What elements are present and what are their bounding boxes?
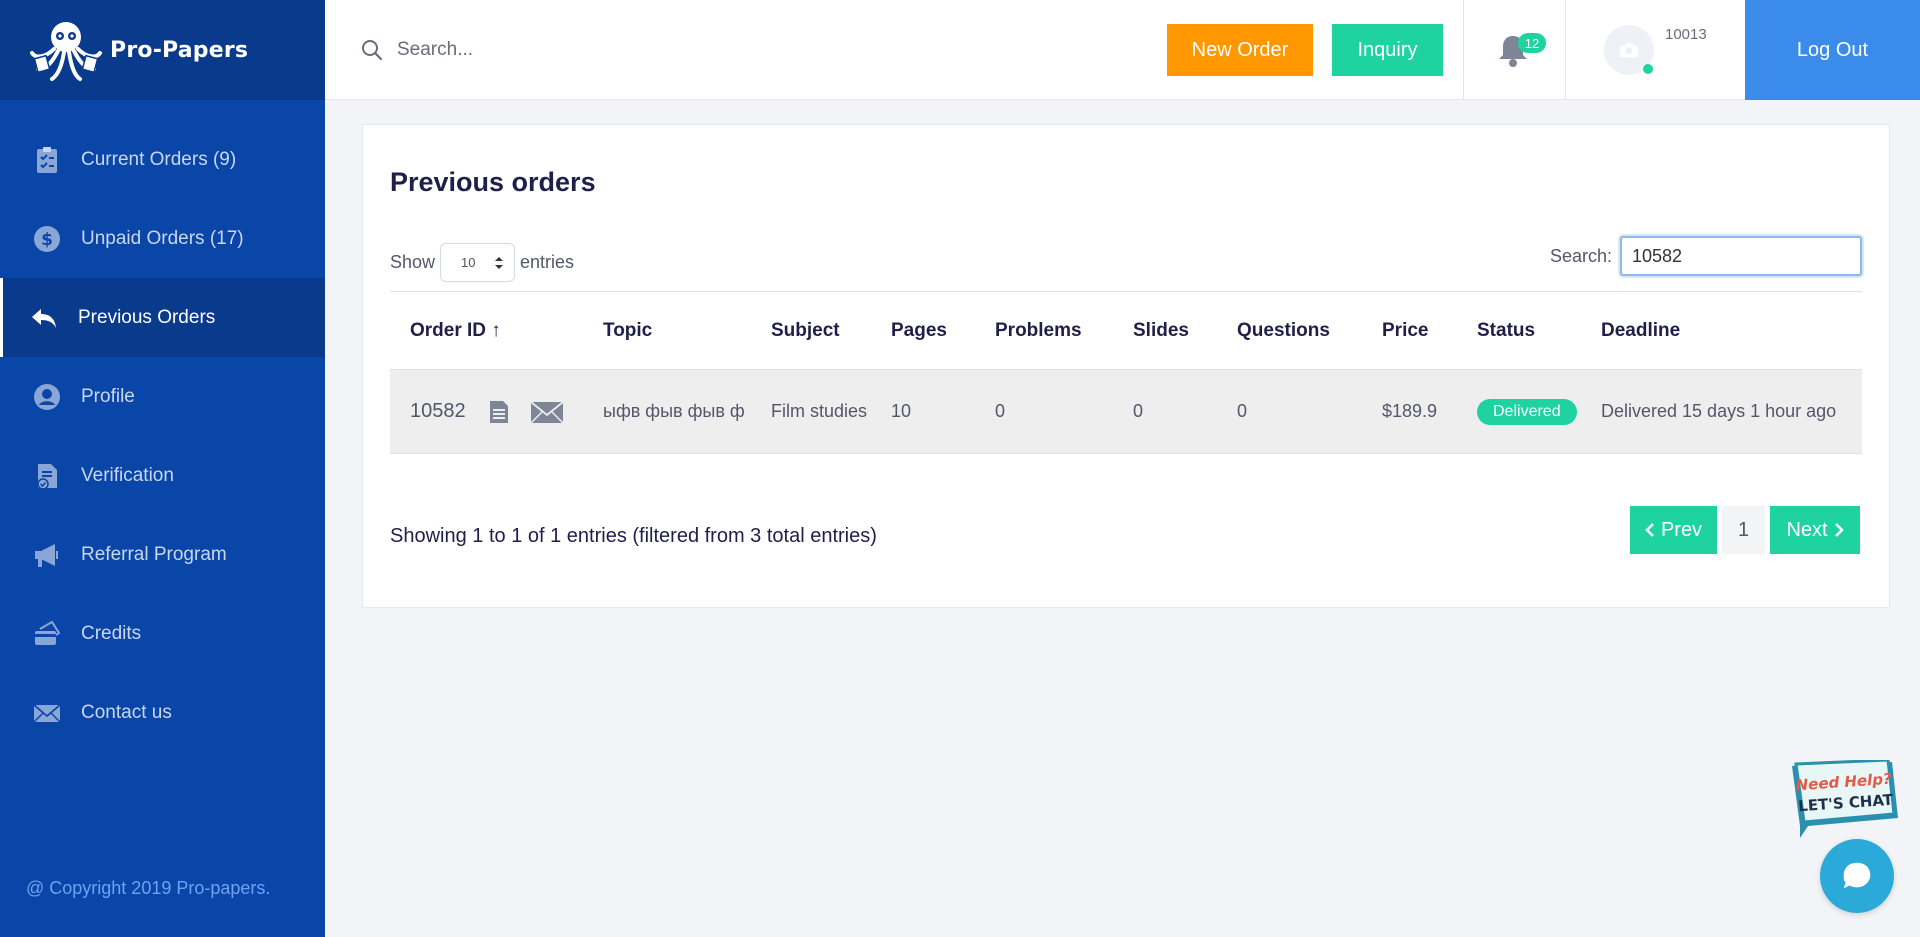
status-badge: Delivered xyxy=(1477,398,1577,425)
page-number-button[interactable]: 1 xyxy=(1722,506,1765,554)
chat-bubble-icon xyxy=(1843,862,1871,889)
cell-pages: 10 xyxy=(871,369,975,454)
entries-label: entries xyxy=(520,252,575,272)
sidebar-item-label: Current Orders (9) xyxy=(81,148,237,170)
cell-order-id: 10582 xyxy=(390,369,583,454)
column-header-questions[interactable]: Questions xyxy=(1217,291,1362,370)
need-help-chat-sign[interactable]: Need Help? LET'S CHAT xyxy=(1788,760,1902,840)
envelope-icon[interactable] xyxy=(530,400,564,424)
sidebar-item-profile[interactable]: Profile xyxy=(0,357,325,436)
sidebar-item-label: Unpaid Orders (17) xyxy=(81,227,244,249)
octopus-logo-icon xyxy=(30,22,102,81)
document-check-icon xyxy=(31,460,63,492)
credit-card-icon xyxy=(31,618,63,650)
entries-select-value: 10 xyxy=(461,255,476,270)
sidebar-item-verification[interactable]: Verification xyxy=(0,436,325,515)
sidebar-item-unpaid-orders[interactable]: $ Unpaid Orders (17) xyxy=(0,199,325,278)
cell-deadline: Delivered 15 days 1 hour ago xyxy=(1581,369,1862,454)
table-summary: Showing 1 to 1 of 1 entries (filtered fr… xyxy=(390,525,877,547)
entries-select[interactable]: 10 xyxy=(440,243,516,282)
prev-label: Prev xyxy=(1660,518,1703,541)
column-header-order-id[interactable]: Order ID ↑ xyxy=(390,291,583,370)
inquiry-button[interactable]: Inquiry xyxy=(1332,24,1443,76)
reply-arrow-icon xyxy=(28,302,60,334)
prev-page-button[interactable]: Prev xyxy=(1630,506,1717,554)
column-header-pages[interactable]: Pages xyxy=(871,291,975,370)
envelope-icon xyxy=(31,697,63,729)
next-page-button[interactable]: Next xyxy=(1770,506,1860,554)
copyright-text: @ Copyright 2019 Pro-papers. xyxy=(26,878,271,898)
user-circle-icon xyxy=(31,381,63,413)
sidebar-nav: Current Orders (9) $ Unpaid Orders (17) … xyxy=(0,120,325,752)
sidebar-item-label: Referral Program xyxy=(81,543,227,565)
sidebar-item-referral-program[interactable]: Referral Program xyxy=(0,515,325,594)
show-label: Show xyxy=(390,252,436,272)
column-header-deadline[interactable]: Deadline xyxy=(1581,291,1862,370)
topbar: New Order Inquiry 12 10013 Log Out xyxy=(325,0,1920,100)
sidebar-item-credits[interactable]: Credits xyxy=(0,594,325,673)
sidebar-item-previous-orders[interactable]: Previous Orders xyxy=(0,278,325,357)
cell-status: Delivered xyxy=(1457,369,1581,454)
column-header-price[interactable]: Price xyxy=(1362,291,1457,370)
table-search-label: Search: xyxy=(1549,245,1612,266)
entries-length-control: Show 10 entries xyxy=(390,243,574,282)
notification-count-badge: 12 xyxy=(1518,33,1546,53)
cell-subject: Film studies xyxy=(751,369,871,454)
column-header-problems[interactable]: Problems xyxy=(975,291,1113,370)
table-header-row: Order ID ↑ Topic Subject Pages Problems … xyxy=(390,291,1862,370)
logout-button[interactable]: Log Out xyxy=(1745,0,1920,100)
chat-launcher-button[interactable] xyxy=(1820,839,1894,913)
megaphone-icon xyxy=(31,539,63,571)
column-header-slides[interactable]: Slides xyxy=(1113,291,1217,370)
previous-orders-card: Previous orders Show 10 entries Search: … xyxy=(362,124,1890,608)
search-icon xyxy=(362,39,383,60)
cell-questions: 0 xyxy=(1217,369,1362,454)
global-search-input[interactable] xyxy=(397,38,897,61)
online-status-dot xyxy=(1643,64,1653,74)
dollar-circle-icon: $ xyxy=(31,223,63,255)
column-header-subject[interactable]: Subject xyxy=(751,291,871,370)
table-row[interactable]: 10582 ыфв фыв фыв ф Film studies 10 0 0 … xyxy=(390,369,1862,454)
table-search: Search: xyxy=(1550,236,1862,276)
table-search-input[interactable] xyxy=(1620,236,1862,276)
brand-name: Pro-Papers xyxy=(110,37,249,63)
next-label: Next xyxy=(1786,518,1828,541)
cell-price: $189.9 xyxy=(1362,369,1457,454)
orders-table: Order ID ↑ Topic Subject Pages Problems … xyxy=(390,291,1862,454)
sidebar-item-label: Previous Orders xyxy=(78,306,216,328)
new-order-button[interactable]: New Order xyxy=(1167,24,1313,76)
document-icon[interactable] xyxy=(488,399,510,425)
clipboard-check-icon xyxy=(31,144,63,176)
user-id: 10013 xyxy=(1665,26,1707,43)
chevron-right-icon xyxy=(1834,523,1844,537)
cell-topic: ыфв фыв фыв ф xyxy=(583,369,751,454)
page-title: Previous orders xyxy=(390,167,596,197)
camera-icon xyxy=(1620,42,1638,58)
sidebar-item-label: Verification xyxy=(81,464,174,486)
global-search xyxy=(325,38,1125,61)
svg-text:$: $ xyxy=(41,230,53,250)
sidebar-item-label: Credits xyxy=(81,622,142,644)
column-header-status[interactable]: Status xyxy=(1457,291,1581,370)
sidebar-item-current-orders[interactable]: Current Orders (9) xyxy=(0,120,325,199)
divider xyxy=(1565,0,1566,100)
sidebar-item-contact-us[interactable]: Contact us xyxy=(0,673,325,752)
sidebar: Pro-Papers Current Orders (9) $ Unpaid O… xyxy=(0,0,325,937)
cell-slides: 0 xyxy=(1113,369,1217,454)
column-header-topic[interactable]: Topic xyxy=(583,291,751,370)
order-id[interactable]: 10582 xyxy=(410,400,466,423)
sidebar-item-label: Profile xyxy=(81,385,135,407)
sort-arrows-icon xyxy=(495,256,504,269)
chevron-left-icon xyxy=(1645,523,1654,537)
pagination: Prev 1 Next xyxy=(1630,506,1860,554)
brand[interactable]: Pro-Papers xyxy=(0,0,325,100)
divider xyxy=(1463,0,1464,100)
cell-problems: 0 xyxy=(975,369,1113,454)
sidebar-item-label: Contact us xyxy=(81,701,172,723)
